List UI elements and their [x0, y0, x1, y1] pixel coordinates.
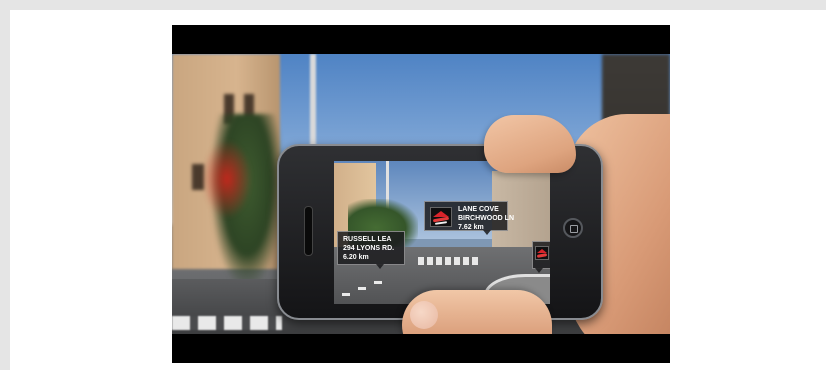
street-scene: LANE COVE BIRCHWOOD LN 7.62 km RUSSELL L…: [172, 54, 670, 334]
frame-top-border: [0, 0, 826, 10]
poi-address: 294 LYONS RD.: [343, 245, 395, 252]
poi-label-partial[interactable]: [532, 241, 550, 273]
background-red-sign: [202, 139, 252, 219]
poi-address: BIRCHWOOD LN: [458, 215, 514, 222]
pizza-hut-logo-icon: [430, 207, 452, 227]
poi-name: LANE COVE: [458, 206, 499, 213]
poi-name: RUSSELL LEA: [343, 236, 392, 243]
thumbnail-highlight: [410, 301, 438, 329]
screen-road-dash: [358, 287, 366, 290]
background-crosswalk: [172, 316, 282, 330]
home-button-icon: [563, 218, 583, 238]
frame-left-border: [0, 10, 10, 370]
poi-distance: 7.62 km: [458, 224, 484, 231]
poi-distance: 6.20 km: [343, 254, 369, 261]
screen-road-dash: [374, 281, 382, 284]
ar-camera-view: LANE COVE BIRCHWOOD LN 7.62 km RUSSELL L…: [334, 161, 550, 304]
screen-road-dash: [342, 293, 350, 296]
hand-fingers: [484, 115, 576, 173]
phone-speaker: [304, 206, 313, 256]
poi-label-lane-cove[interactable]: LANE COVE BIRCHWOOD LN 7.62 km: [424, 201, 514, 235]
pizza-hut-logo-icon: [535, 246, 549, 260]
poi-label-russell-lea[interactable]: RUSSELL LEA 294 LYONS RD. 6.20 km: [337, 231, 405, 269]
screen-crosswalk: [418, 257, 478, 265]
video-frame: LANE COVE BIRCHWOOD LN 7.62 km RUSSELL L…: [172, 25, 670, 363]
